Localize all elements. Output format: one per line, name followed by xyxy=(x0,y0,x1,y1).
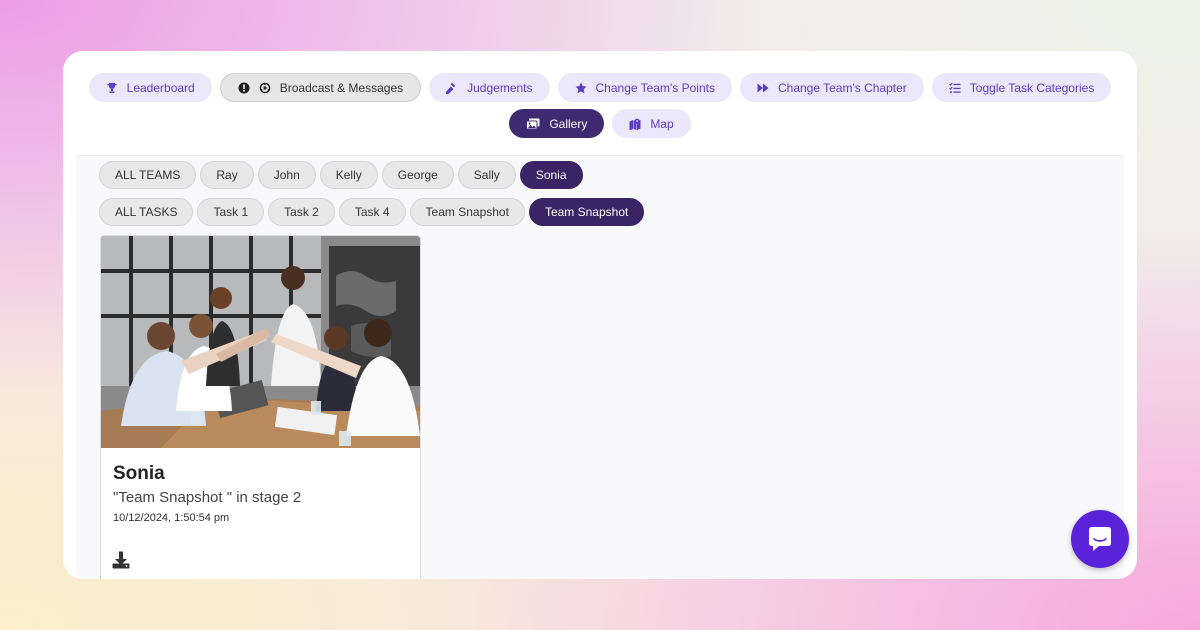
broadcast-messages-label: Broadcast & Messages xyxy=(279,80,404,95)
chat-bubble-icon xyxy=(1089,527,1111,551)
change-chapter-label: Change Team's Chapter xyxy=(777,80,907,95)
change-points-button[interactable]: Change Team's Points xyxy=(557,73,732,102)
broadcast-icon xyxy=(259,82,271,93)
trophy-icon xyxy=(107,82,117,93)
task-chip-all[interactable]: ALL TASKS xyxy=(99,198,194,226)
toggle-categories-button[interactable]: Toggle Task Categories xyxy=(931,73,1112,102)
team-filter: ALL TEAMS Ray John Kelly George Sally So… xyxy=(99,161,583,189)
judgements-label: Judgements xyxy=(467,80,533,95)
map-icon xyxy=(629,118,641,130)
main-panel: Leaderboard Broadcast & Messages Judgeme… xyxy=(76,61,1124,579)
admin-nav: Leaderboard Broadcast & Messages Judgeme… xyxy=(76,61,1124,156)
chat-launcher-button[interactable] xyxy=(1071,510,1129,568)
change-chapter-button[interactable]: Change Team's Chapter xyxy=(739,73,924,102)
task-filter: ALL TASKS Task 1 Task 2 Task 4 Team Snap… xyxy=(99,198,645,226)
fast-forward-icon xyxy=(757,83,769,92)
task-chip-team-snapshot[interactable]: Team Snapshot xyxy=(409,198,525,226)
team-chip-ray[interactable]: Ray xyxy=(200,161,254,189)
images-icon xyxy=(526,118,540,129)
team-chip-george[interactable]: George xyxy=(381,161,454,189)
judgements-button[interactable]: Judgements xyxy=(429,73,550,102)
task-chip-task-4[interactable]: Task 4 xyxy=(338,198,406,226)
task-chip-task-2[interactable]: Task 2 xyxy=(268,198,335,226)
team-chip-sally[interactable]: Sally xyxy=(457,161,516,189)
map-label: Map xyxy=(650,116,674,131)
task-chip-task-1[interactable]: Task 1 xyxy=(197,198,265,226)
gavel-icon xyxy=(446,82,456,94)
team-photo[interactable] xyxy=(101,236,420,448)
checklist-icon xyxy=(948,82,961,93)
change-points-label: Change Team's Points xyxy=(595,80,715,95)
team-chip-john[interactable]: John xyxy=(257,161,316,189)
toggle-categories-label: Toggle Task Categories xyxy=(969,80,1095,95)
gallery-button[interactable]: Gallery xyxy=(509,109,605,138)
team-chip-kelly[interactable]: Kelly xyxy=(319,161,378,189)
card-description: "Team Snapshot " in stage 2 xyxy=(113,489,302,506)
download-icon[interactable] xyxy=(112,551,130,569)
star-icon xyxy=(575,82,586,93)
alert-icon xyxy=(238,82,250,93)
card-team-name: Sonia xyxy=(113,463,165,484)
leaderboard-label: Leaderboard xyxy=(126,80,195,95)
card-timestamp: 10/12/2024, 1:50:54 pm xyxy=(113,512,230,524)
gallery-card: Sonia "Team Snapshot " in stage 2 10/12/… xyxy=(100,235,421,579)
team-chip-sonia[interactable]: Sonia xyxy=(519,161,583,189)
map-button[interactable]: Map xyxy=(612,109,691,138)
team-chip-all[interactable]: ALL TEAMS xyxy=(99,161,197,189)
task-chip-team-snapshot-selected[interactable]: Team Snapshot xyxy=(528,198,645,226)
leaderboard-button[interactable]: Leaderboard xyxy=(88,73,212,102)
app-window: Leaderboard Broadcast & Messages Judgeme… xyxy=(63,51,1137,579)
broadcast-messages-button[interactable]: Broadcast & Messages xyxy=(219,73,422,102)
gallery-label: Gallery xyxy=(549,116,588,131)
